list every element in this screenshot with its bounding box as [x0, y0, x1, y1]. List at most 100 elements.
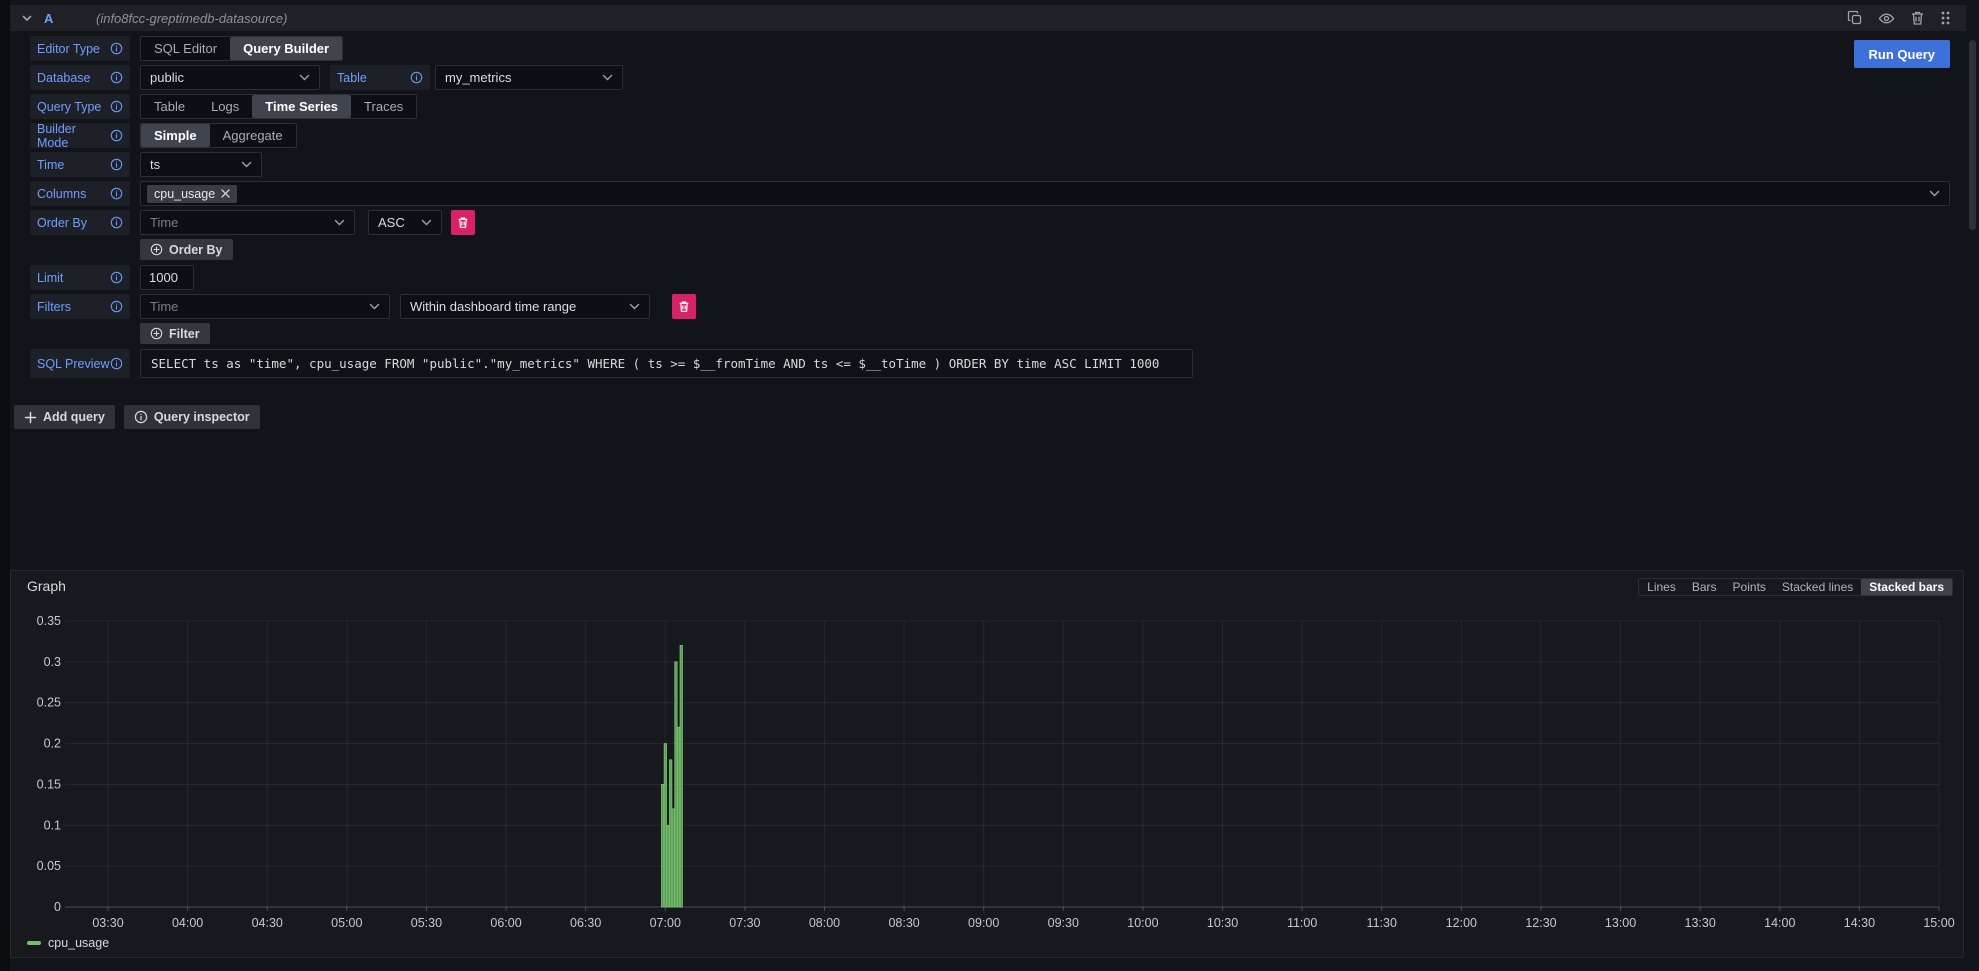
bar[interactable]	[670, 760, 672, 907]
filters-row: Filters Time Within dashboard time range	[30, 294, 1950, 319]
bar[interactable]	[672, 809, 674, 907]
scrollbar-thumb[interactable]	[1969, 40, 1976, 230]
limit-input[interactable]	[140, 265, 194, 290]
x-tick-label: 13:00	[1605, 916, 1636, 930]
graph-mode-lines[interactable]: Lines	[1639, 579, 1684, 595]
x-tick-label: 12:00	[1446, 916, 1477, 930]
info-icon[interactable]	[110, 129, 123, 142]
scrollbar-track[interactable]	[1966, 0, 1979, 971]
add-order-by-button[interactable]: Order By	[140, 239, 233, 260]
time-series-chart[interactable]: 00.050.10.150.20.250.30.3503:3004:0004:3…	[15, 601, 1959, 933]
info-icon[interactable]	[410, 71, 423, 84]
info-icon[interactable]	[110, 42, 123, 55]
query-type-label: Query Type	[30, 94, 130, 119]
bar[interactable]	[680, 646, 682, 908]
bar[interactable]	[677, 727, 679, 907]
sql-preview-text: SELECT ts as "time", cpu_usage FROM "pub…	[151, 356, 1159, 371]
query-type-option-traces[interactable]: Traces	[351, 95, 416, 118]
columns-multiselect[interactable]: cpu_usage	[140, 181, 1950, 206]
remove-column-icon[interactable]	[221, 189, 230, 198]
graph-mode-stacked-lines[interactable]: Stacked lines	[1774, 579, 1861, 595]
y-tick-label: 0.25	[37, 696, 61, 710]
table-select[interactable]: my_metrics	[435, 65, 623, 90]
query-type-option-time-series[interactable]: Time Series	[252, 95, 351, 118]
legend-series-label[interactable]: cpu_usage	[48, 936, 109, 950]
filter-range-select[interactable]: Within dashboard time range	[400, 294, 650, 319]
chart-gridlines	[65, 621, 1939, 911]
x-tick-label: 06:30	[570, 916, 601, 930]
x-tick-label: 15:00	[1923, 916, 1954, 930]
columns-row: Columns cpu_usage	[30, 181, 1950, 206]
builder-mode-option-simple[interactable]: Simple	[141, 124, 210, 147]
y-tick-label: 0.15	[37, 777, 61, 791]
bar[interactable]	[675, 662, 677, 907]
x-tick-label: 06:00	[490, 916, 521, 930]
x-tick-label: 11:30	[1367, 916, 1397, 930]
database-select[interactable]: public	[140, 65, 320, 90]
drag-handle-icon[interactable]	[1940, 10, 1950, 26]
query-type-option-table[interactable]: Table	[141, 95, 198, 118]
graph-panel: Graph Lines Bars Points Stacked lines St…	[10, 570, 1964, 958]
builder-mode-option-aggregate[interactable]: Aggregate	[210, 124, 296, 147]
add-order-by-row: Order By	[140, 239, 1950, 260]
info-icon[interactable]	[110, 271, 123, 284]
query-type-switch: Table Logs Time Series Traces	[140, 94, 417, 119]
chevron-down-icon	[241, 161, 252, 168]
query-type-option-logs[interactable]: Logs	[198, 95, 252, 118]
remove-order-by-button[interactable]	[451, 210, 475, 235]
add-query-button[interactable]: Add query	[14, 405, 115, 429]
query-ref-id[interactable]: A	[44, 11, 96, 26]
query-inspector-button[interactable]: Query inspector	[124, 405, 260, 429]
filter-column-select[interactable]: Time	[140, 294, 390, 319]
info-icon[interactable]	[110, 216, 123, 229]
x-tick-label: 07:30	[729, 916, 760, 930]
editor-type-option-sql-editor[interactable]: SQL Editor	[141, 37, 230, 60]
add-filter-row: Filter	[140, 323, 1950, 344]
y-tick-label: 0.35	[37, 614, 61, 628]
bar[interactable]	[662, 784, 664, 907]
x-tick-label: 07:00	[650, 916, 681, 930]
info-icon[interactable]	[110, 71, 123, 84]
info-icon[interactable]	[110, 100, 123, 113]
plus-circle-icon	[150, 243, 163, 256]
duplicate-query-icon[interactable]	[1847, 10, 1863, 26]
y-tick-label: 0.3	[44, 655, 61, 669]
x-axis-labels: 03:3004:0004:3005:0005:3006:0006:3007:00…	[92, 916, 1954, 930]
graph-panel-title: Graph	[27, 578, 66, 594]
datasource-name: (info8fcc-greptimedb-datasource)	[96, 11, 287, 26]
chart-area: 00.050.10.150.20.250.30.3503:3004:0004:3…	[15, 601, 1959, 933]
delete-query-icon[interactable]	[1910, 10, 1925, 26]
x-tick-label: 13:30	[1685, 916, 1716, 930]
editor-type-label: Editor Type	[30, 36, 130, 61]
x-tick-label: 04:30	[252, 916, 283, 930]
bar[interactable]	[664, 744, 666, 907]
table-label: Table	[330, 65, 430, 90]
graph-mode-stacked-bars[interactable]: Stacked bars	[1861, 579, 1952, 595]
order-by-direction-select[interactable]: ASC	[368, 210, 442, 235]
collapse-query-icon[interactable]	[20, 11, 40, 25]
editor-type-switch: SQL Editor Query Builder	[140, 36, 343, 61]
info-icon[interactable]	[110, 158, 123, 171]
order-by-column-select[interactable]: Time	[140, 210, 355, 235]
info-circle-icon	[134, 410, 148, 424]
remove-filter-button[interactable]	[672, 294, 696, 319]
database-label: Database	[30, 65, 130, 90]
order-by-row: Order By Time ASC	[30, 210, 1950, 235]
time-column-select[interactable]: ts	[140, 152, 262, 177]
x-tick-label: 11:00	[1287, 916, 1317, 930]
add-filter-button[interactable]: Filter	[140, 323, 210, 344]
info-icon[interactable]	[110, 300, 123, 313]
graph-mode-points[interactable]: Points	[1725, 579, 1774, 595]
hide-response-eye-icon[interactable]	[1878, 10, 1895, 27]
chevron-down-icon	[1929, 190, 1940, 197]
editor-type-option-query-builder[interactable]: Query Builder	[230, 37, 342, 60]
bar[interactable]	[667, 825, 669, 907]
graph-mode-bars[interactable]: Bars	[1684, 579, 1725, 595]
info-icon[interactable]	[110, 187, 123, 200]
series-bars	[662, 646, 683, 908]
time-row: Time ts	[30, 152, 1950, 177]
legend-swatch	[27, 941, 41, 945]
info-icon[interactable]	[110, 357, 123, 370]
query-type-row: Query Type Table Logs Time Series Traces	[30, 94, 1950, 119]
query-edit-section: A (info8fcc-greptimedb-datasource) Run Q…	[10, 0, 1966, 971]
